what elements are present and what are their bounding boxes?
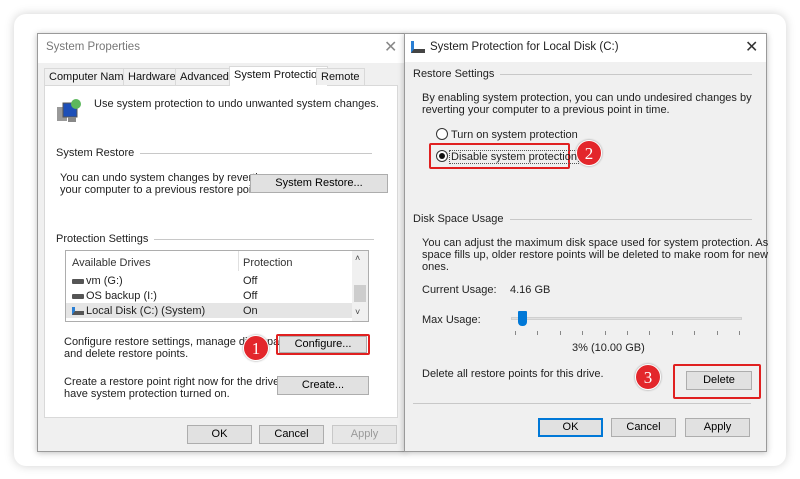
drive-icon xyxy=(72,294,84,299)
scroll-down-icon[interactable]: ˅ xyxy=(355,307,360,317)
dialog-title: System Protection for Local Disk (C:) xyxy=(430,41,619,53)
scrollbar[interactable]: ˄ ˅ xyxy=(352,251,368,321)
drive-name: OS backup (I:) xyxy=(86,290,157,302)
slider-tick xyxy=(716,331,718,335)
drive-icon xyxy=(411,41,425,53)
disk-space-usage-group: Disk Space Usage xyxy=(413,213,752,225)
apply-button[interactable]: Apply xyxy=(332,425,397,444)
ok-button[interactable]: OK xyxy=(538,418,603,437)
slider-tick xyxy=(671,331,673,335)
radio-label[interactable]: Turn on system protection xyxy=(451,129,578,141)
tab-hardware[interactable]: Hardware xyxy=(123,68,181,85)
cancel-button[interactable]: Cancel xyxy=(611,418,676,437)
system-restore-button[interactable]: System Restore... xyxy=(250,174,388,193)
system-restore-text: You can undo system changes by reverting xyxy=(60,172,270,184)
slider-tick xyxy=(739,331,740,335)
slider-tick xyxy=(649,331,651,335)
slider-tick xyxy=(582,331,584,335)
protection-settings-group: Protection Settings xyxy=(56,233,374,245)
tab-remote[interactable]: Remote xyxy=(316,68,365,85)
step-badge-3: 3 xyxy=(635,364,661,390)
radio-label[interactable]: Disable system protection xyxy=(449,150,579,164)
create-text: have system protection turned on. xyxy=(64,388,230,400)
slider-thumb[interactable] xyxy=(517,311,527,326)
slider-tick xyxy=(515,331,516,335)
system-restore-text: your computer to a previous restore poin… xyxy=(60,184,264,196)
create-text: Create a restore point right now for the… xyxy=(64,376,307,388)
system-protection-icon xyxy=(56,97,84,125)
current-usage-label: Current Usage: xyxy=(422,284,497,296)
delete-description: Delete all restore points for this drive… xyxy=(422,368,604,380)
radio-button[interactable] xyxy=(436,150,448,162)
step-badge-1: 1 xyxy=(243,335,269,361)
slider-tick xyxy=(694,331,696,335)
slider-tick xyxy=(627,331,628,335)
restore-description: By enabling system protection, you can u… xyxy=(422,92,752,104)
configure-text: and delete restore points. xyxy=(64,348,189,360)
cancel-button[interactable]: Cancel xyxy=(259,425,324,444)
drive-icon xyxy=(72,279,84,284)
apply-button[interactable]: Apply xyxy=(685,418,750,437)
slider-tick xyxy=(559,331,561,335)
protection-status: Off xyxy=(243,275,258,287)
protection-status: Off xyxy=(243,290,258,302)
scrollbar-thumb[interactable] xyxy=(354,285,366,302)
ok-button[interactable]: OK xyxy=(187,425,252,444)
tab-computer-name[interactable]: Computer Name xyxy=(44,68,135,85)
restore-settings-group: Restore Settings xyxy=(413,68,752,80)
step-badge-2: 2 xyxy=(576,140,602,166)
max-usage-slider[interactable] xyxy=(511,317,742,320)
slider-tick xyxy=(604,331,606,335)
disk-description: space fills up, older restore points wil… xyxy=(422,249,769,261)
column-header-protection[interactable]: Protection xyxy=(243,257,293,269)
drive-name: vm (G:) xyxy=(86,275,123,287)
radio-button[interactable] xyxy=(436,128,448,140)
dialog-title: System Properties xyxy=(46,41,140,53)
scroll-up-icon[interactable]: ˄ xyxy=(355,253,360,263)
protection-status: On xyxy=(243,305,258,317)
system-restore-group: System Restore xyxy=(56,147,372,159)
disk-description: You can adjust the maximum disk space us… xyxy=(422,237,769,249)
close-icon[interactable]: ✕ xyxy=(745,40,758,56)
slider-tick xyxy=(537,331,539,335)
disk-description: ones. xyxy=(422,261,449,273)
create-button[interactable]: Create... xyxy=(277,376,369,395)
delete-button[interactable]: Delete xyxy=(686,371,752,390)
configure-button[interactable]: Configure... xyxy=(279,336,367,353)
restore-description: reverting your computer to a previous po… xyxy=(422,104,670,116)
divider xyxy=(413,403,751,404)
drives-list[interactable]: Available Drives Protection vm (G:) Off … xyxy=(65,250,369,322)
tab-system-protection[interactable]: System Protection xyxy=(229,66,329,86)
column-header-drives[interactable]: Available Drives xyxy=(72,257,151,269)
max-usage-label: Max Usage: xyxy=(422,314,481,326)
max-usage-value: 3% (10.00 GB) xyxy=(572,342,645,354)
drive-name: Local Disk (C:) (System) xyxy=(86,305,206,317)
close-icon[interactable]: ✕ xyxy=(384,40,397,56)
intro-text: Use system protection to undo unwanted s… xyxy=(94,98,379,110)
current-usage-value: 4.16 GB xyxy=(510,284,551,296)
tab-advanced[interactable]: Advanced xyxy=(175,68,234,85)
system-drive-icon xyxy=(72,307,84,315)
